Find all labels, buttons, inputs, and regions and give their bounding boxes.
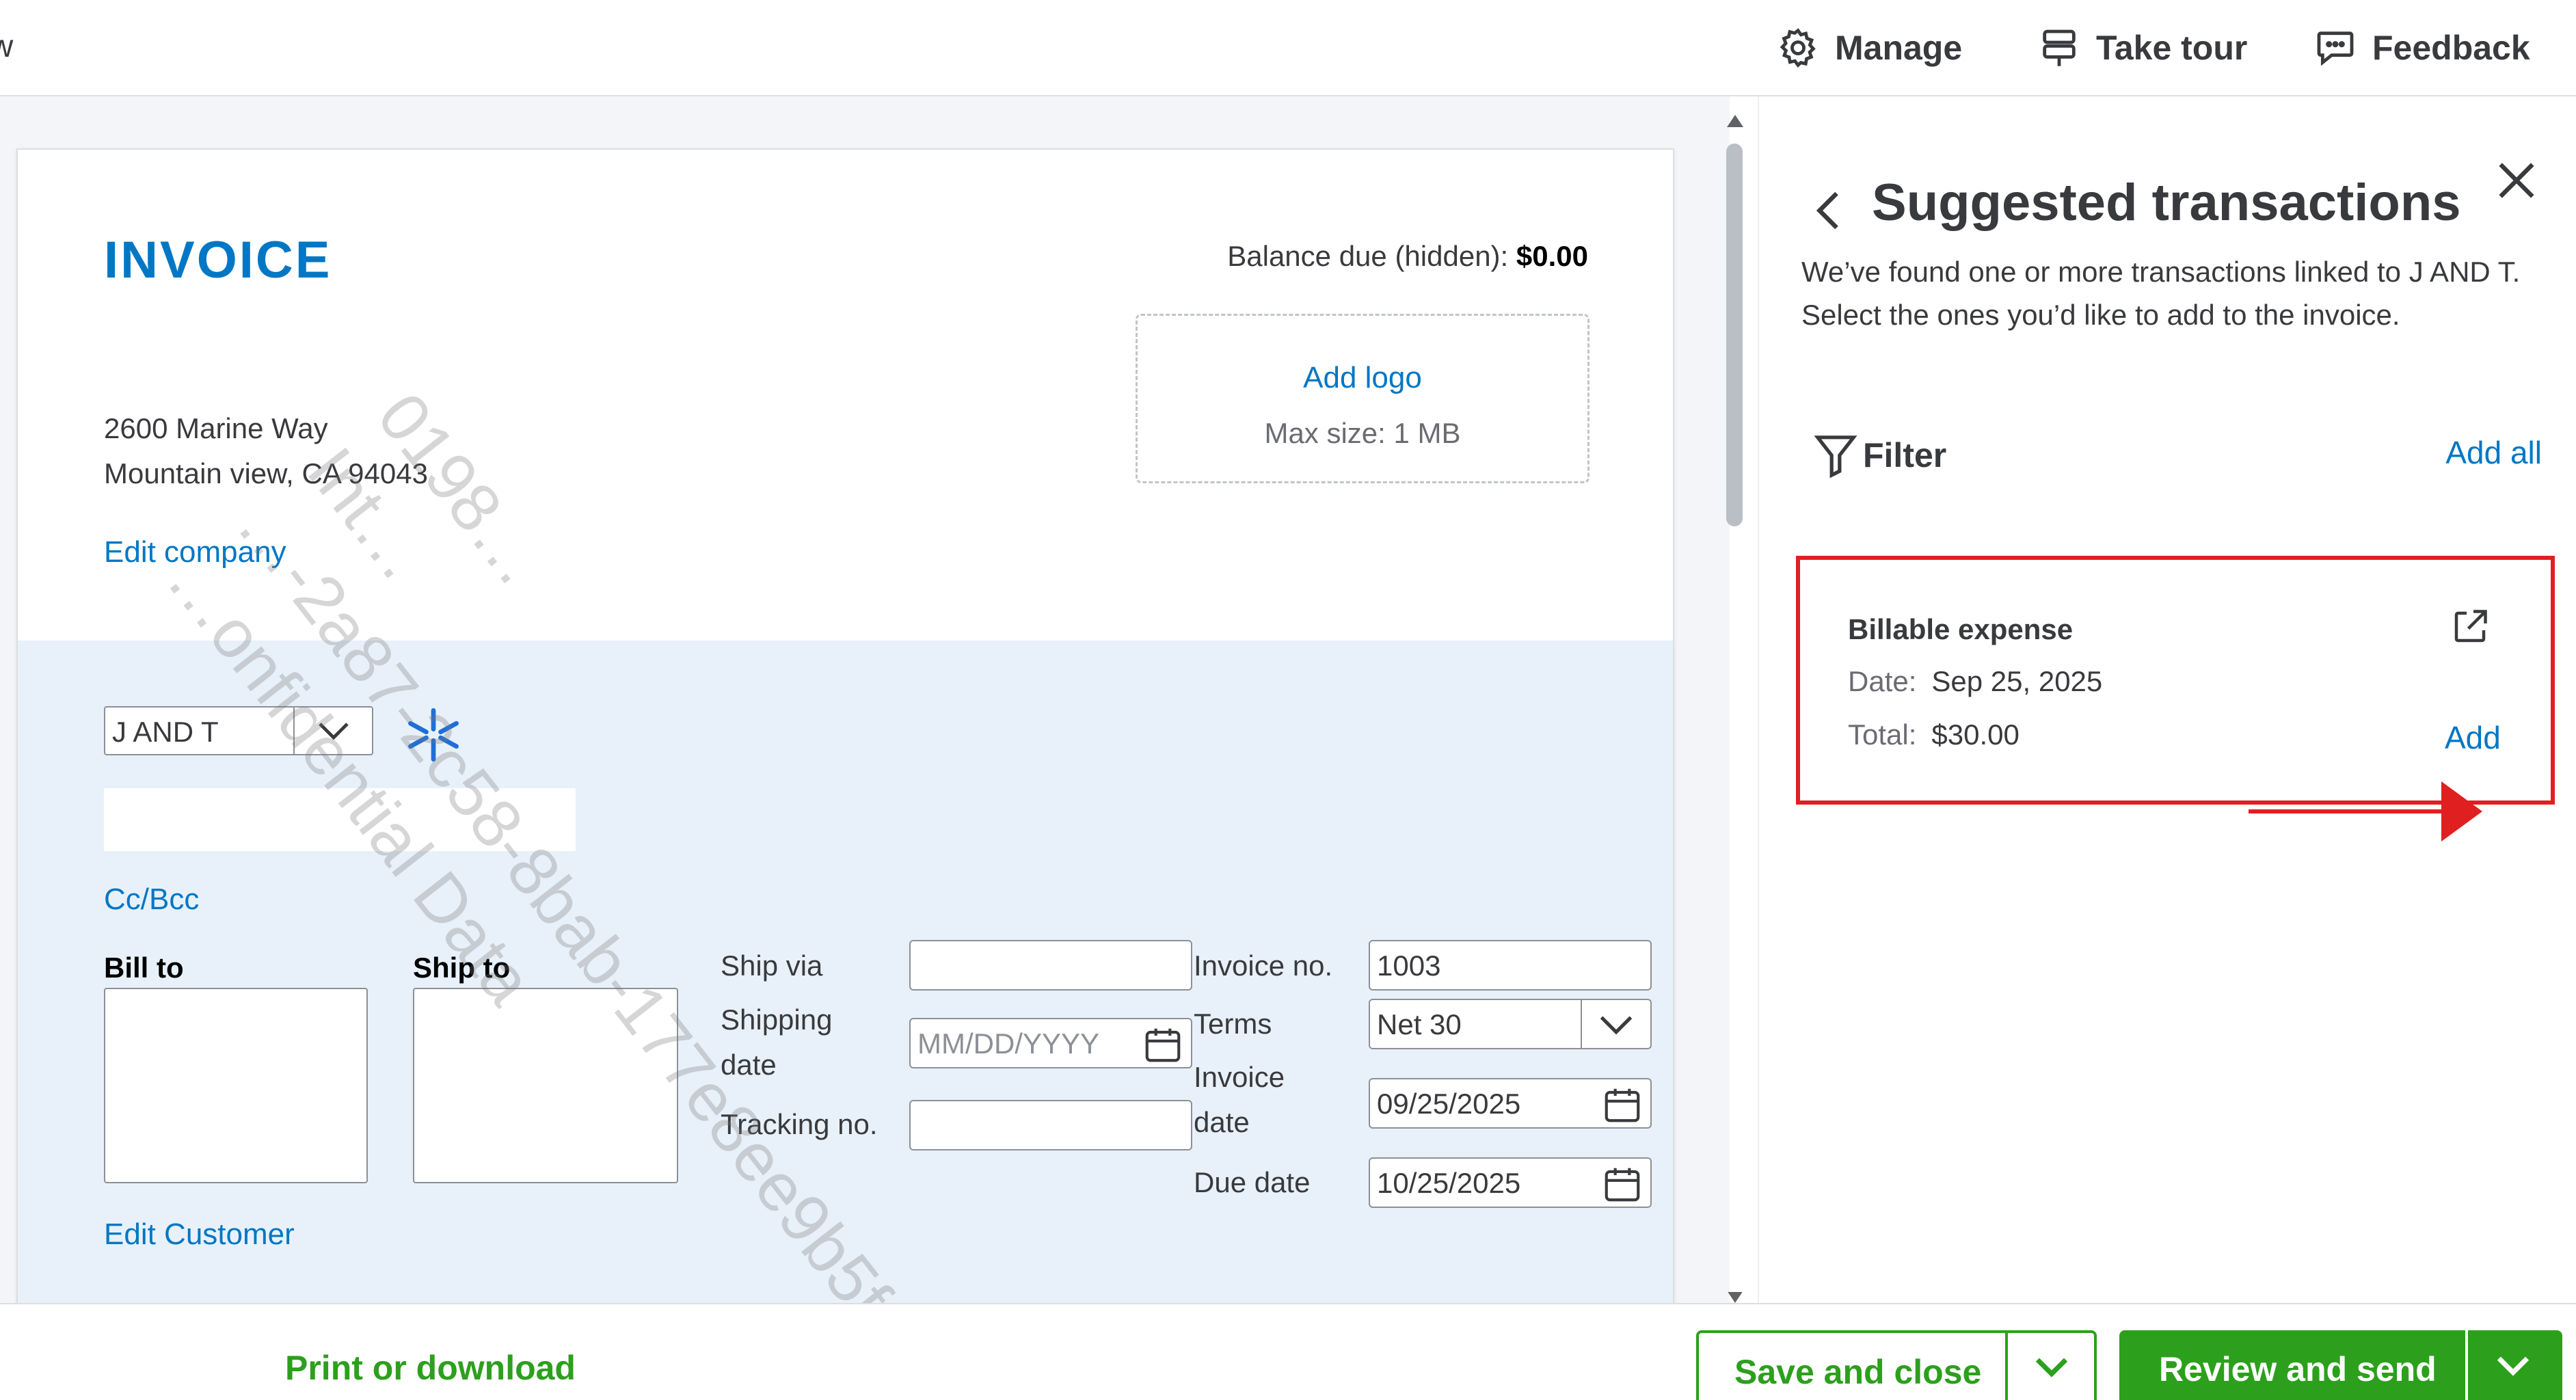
manage-label: Manage [1835,29,1963,67]
terms-select[interactable]: Net 30 [1369,999,1652,1049]
open-external-icon[interactable] [2450,606,2491,647]
panel-description: We’ve found one or more transactions lin… [1801,256,2521,331]
company-address: 2600 Marine Way Mountain view, CA 94043 [104,406,428,496]
shipping-date-placeholder: MM/DD/YYYY [917,1027,1100,1060]
edit-company-link[interactable]: Edit company [104,535,286,569]
invoice-no-label: Invoice no. [1194,950,1333,982]
balance-label: Balance due (hidden): [1227,240,1509,272]
add-all-link[interactable]: Add all [2445,434,2542,471]
sparkle-icon[interactable] [405,706,462,764]
chevron-down-icon[interactable] [2027,1348,2076,1389]
customer-section: J AND T Cc/Bcc Bill to Ship to Ship via [18,641,1673,1303]
shipping-date-input[interactable]: MM/DD/YYYY [909,1018,1192,1068]
ship-via-input[interactable] [909,940,1192,991]
bill-to-address-input[interactable] [104,988,368,1183]
panel-title: Suggested transactions [1872,174,2461,232]
balance-value: $0.00 [1516,240,1588,272]
funnel-icon [1814,435,1857,479]
address-line-2: Mountain view, CA 94043 [104,457,428,489]
pointer-arrow [2249,781,2482,842]
terms-label: Terms [1194,1008,1272,1040]
take-tour-button[interactable]: Take tour [2037,21,2247,75]
save-and-close-button[interactable]: Save and close [1696,1330,2097,1400]
tracking-label: Tracking no. [721,1108,878,1140]
close-icon[interactable] [2493,157,2540,204]
ship-via-label: Ship via [721,950,823,982]
customer-email-input[interactable] [104,788,576,851]
due-date-input[interactable]: 10/25/2025 [1369,1157,1652,1208]
take-tour-label: Take tour [2096,29,2248,67]
calendar-icon[interactable] [1601,1164,1643,1204]
invoice-paper: INVOICE Balance due (hidden): $0.00 Add … [16,148,1674,1303]
calendar-icon[interactable] [1601,1085,1643,1125]
invoice-no-value: 1003 [1377,950,1441,982]
ship-to-address-input[interactable] [413,988,678,1183]
review-and-send-button[interactable]: Review and send [2119,1330,2562,1400]
invoice-date-input[interactable]: 09/25/2025 [1369,1078,1652,1129]
speech-bubble-icon [2317,31,2354,66]
add-transaction-link[interactable]: Add [2445,719,2501,756]
review-send-label: Review and send [2159,1350,2437,1388]
balance-due: Balance due (hidden): $0.00 [1227,240,1588,273]
invoice-date-label: Invoice date [1194,1061,1285,1138]
chevron-down-icon[interactable] [2488,1347,2538,1388]
scroll-down-arrow[interactable] [1725,1292,1745,1303]
add-logo-link[interactable]: Add logo [1138,361,1587,395]
chevron-down-icon [319,723,349,740]
invoice-no-input[interactable]: 1003 [1369,940,1652,991]
chevron-left-icon[interactable] [1811,187,1845,234]
print-download-link[interactable]: Print or download [285,1348,576,1388]
scrollbar-thumb[interactable] [1726,144,1743,526]
truncated-title: w [0,28,14,64]
transaction-type: Billable expense [1848,613,2074,645]
tracking-input[interactable] [909,1100,1192,1150]
ship-to-label: Ship to [413,952,511,984]
address-line-1: 2600 Marine Way [104,412,328,444]
filter-label: Filter [1863,436,1947,474]
add-logo-box[interactable]: Add logo Max size: 1 MB [1136,314,1589,483]
manage-button[interactable]: Manage [1776,21,1962,75]
due-date-label: Due date [1194,1166,1311,1198]
feedback-label: Feedback [2372,29,2530,67]
feedback-button[interactable]: Feedback [2313,21,2530,75]
invoice-date-value: 09/25/2025 [1377,1088,1521,1120]
cc-bcc-link[interactable]: Cc/Bcc [104,883,199,917]
gear-icon [1780,28,1816,68]
customer-select[interactable]: J AND T [104,706,373,755]
terms-value: Net 30 [1377,1008,1462,1040]
customer-value: J AND T [112,716,219,748]
top-bar: w Manage Take tour Feedback [0,0,2576,96]
save-close-label: Save and close [1734,1353,1982,1391]
invoice-title: INVOICE [104,231,332,289]
invoice-editor: INVOICE Balance due (hidden): $0.00 Add … [0,96,1730,1303]
bottom-action-bar: Print or download Save and close Review … [0,1303,2576,1400]
bill-to-label: Bill to [104,952,184,984]
suggested-transactions-panel: Suggested transactions We’ve found one o… [1758,96,2576,1303]
calendar-icon[interactable] [1142,1025,1184,1064]
logo-max-size: Max size: 1 MB [1264,417,1461,449]
shipping-date-label: Shipping date [721,1004,833,1081]
chevron-down-icon [1600,1016,1633,1035]
transaction-total: Total: $30.00 [1848,718,2020,751]
signpost-icon [2043,29,2076,66]
edit-customer-link[interactable]: Edit Customer [104,1217,295,1252]
transaction-date: Date: Sep 25, 2025 [1848,665,2103,697]
filter-button[interactable]: Filter [1814,431,1946,479]
scroll-up-arrow[interactable] [1725,111,1745,131]
due-date-value: 10/25/2025 [1377,1167,1521,1199]
